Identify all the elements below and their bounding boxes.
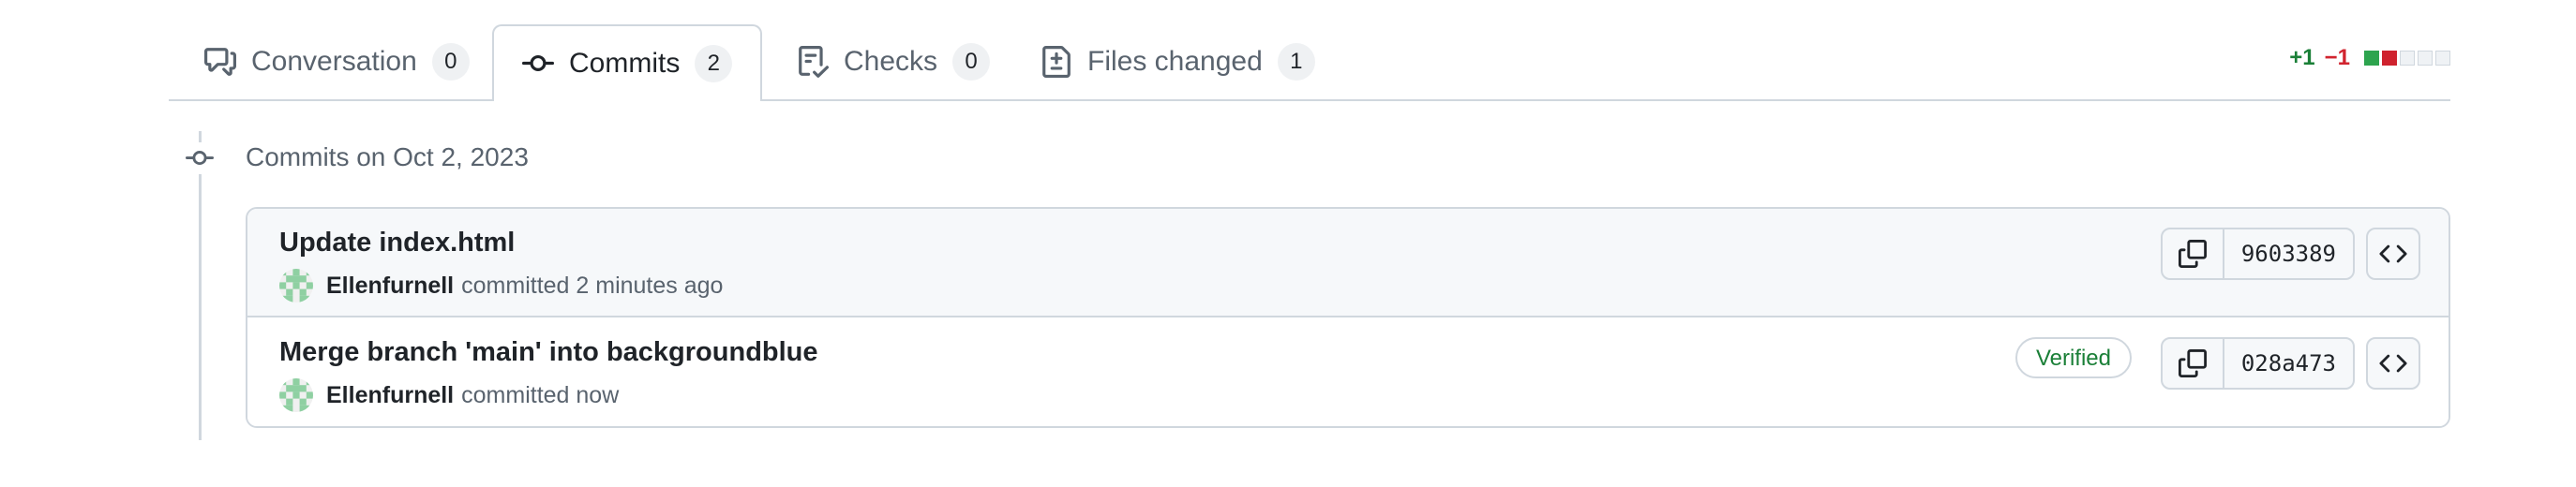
diffstat: +1 −1 bbox=[2289, 45, 2450, 71]
code-icon bbox=[2379, 244, 2407, 263]
timeline-line bbox=[199, 131, 202, 440]
sha-button-group: 9603389 bbox=[2160, 228, 2355, 280]
git-commit-icon bbox=[522, 48, 554, 80]
tab-checks[interactable]: Checks 0 bbox=[769, 24, 1018, 99]
tab-files-changed[interactable]: Files changed 1 bbox=[1012, 24, 1343, 99]
tab-commits-label: Commits bbox=[569, 48, 681, 79]
verified-badge[interactable]: Verified bbox=[2014, 337, 2132, 378]
file-diff-icon bbox=[1041, 46, 1072, 78]
diffstat-block-neutral bbox=[2435, 51, 2450, 66]
tab-files-changed-label: Files changed bbox=[1087, 46, 1263, 77]
tab-checks-count: 0 bbox=[952, 43, 991, 81]
checklist-icon bbox=[797, 46, 829, 78]
tab-conversation-count: 0 bbox=[431, 43, 470, 81]
commit-author[interactable]: Ellenfurnell bbox=[326, 273, 454, 300]
copy-sha-button[interactable] bbox=[2163, 229, 2224, 278]
tab-commits-count: 2 bbox=[695, 45, 733, 82]
copy-icon bbox=[2178, 240, 2207, 268]
tab-checks-label: Checks bbox=[844, 46, 938, 77]
diffstat-block-deleted bbox=[2382, 51, 2397, 66]
avatar[interactable] bbox=[279, 269, 313, 303]
copy-icon bbox=[2178, 349, 2207, 377]
commit-meta: Ellenfurnell committed now bbox=[279, 378, 619, 412]
commit-message[interactable]: Update index.html bbox=[279, 228, 515, 258]
sha-button-group: 028a473 bbox=[2160, 337, 2355, 390]
commit-sha-link[interactable]: 028a473 bbox=[2224, 339, 2353, 388]
commit-author[interactable]: Ellenfurnell bbox=[326, 382, 454, 409]
list-item: Merge branch 'main' into backgroundblue … bbox=[247, 318, 2449, 426]
commit-message[interactable]: Merge branch 'main' into backgroundblue bbox=[279, 337, 818, 368]
diffstat-block-neutral bbox=[2400, 51, 2415, 66]
diffstat-block-neutral bbox=[2418, 51, 2433, 66]
commit-group-title: Commits on Oct 2, 2023 bbox=[246, 142, 529, 171]
tab-commits[interactable]: Commits 2 bbox=[492, 24, 763, 101]
commit-meta: Ellenfurnell committed 2 minutes ago bbox=[279, 269, 723, 303]
browse-repo-button[interactable] bbox=[2366, 228, 2420, 280]
browse-repo-button[interactable] bbox=[2366, 337, 2420, 390]
tab-conversation[interactable]: Conversation 0 bbox=[176, 24, 498, 99]
pr-commits-page: Conversation 0 Commits 2 Checks 0 Files … bbox=[0, 0, 2576, 487]
tab-files-changed-count: 1 bbox=[1277, 43, 1315, 81]
diffstat-deletions: −1 bbox=[2324, 45, 2350, 70]
commit-list: Update index.html Ellenfurnell committed… bbox=[246, 207, 2450, 428]
pr-tab-bar: Conversation 0 Commits 2 Checks 0 Files … bbox=[169, 0, 2450, 101]
comment-discussion-icon bbox=[204, 46, 236, 78]
copy-sha-button[interactable] bbox=[2163, 339, 2224, 388]
commit-time: committed now bbox=[461, 381, 620, 408]
tab-conversation-label: Conversation bbox=[251, 46, 417, 77]
avatar[interactable] bbox=[279, 378, 313, 412]
commit-time: committed 2 minutes ago bbox=[461, 272, 724, 299]
diffstat-block-added bbox=[2364, 51, 2379, 66]
commit-sha-link[interactable]: 9603389 bbox=[2224, 229, 2353, 278]
git-commit-icon bbox=[184, 142, 216, 174]
list-item: Update index.html Ellenfurnell committed… bbox=[247, 209, 2449, 317]
diffstat-additions: +1 bbox=[2289, 45, 2315, 70]
code-icon bbox=[2379, 354, 2407, 373]
